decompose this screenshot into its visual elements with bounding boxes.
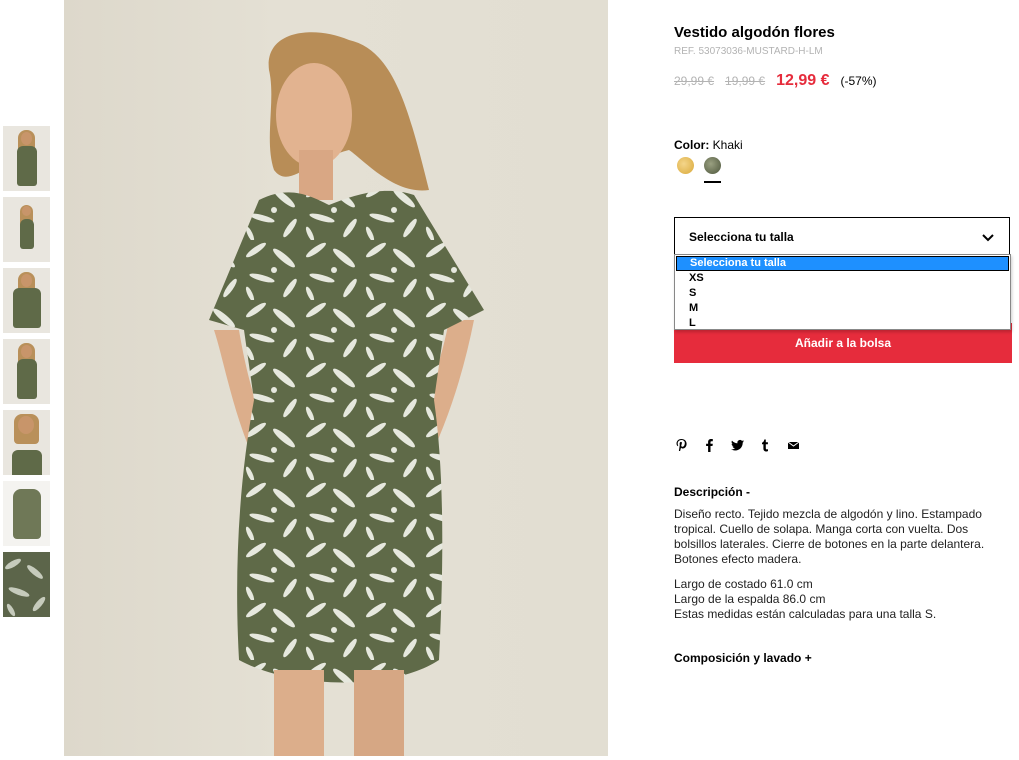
measurement-note: Estas medidas están calculadas para una … xyxy=(674,607,937,621)
size-option-s[interactable]: S xyxy=(675,286,1010,301)
sale-price: 12,99 € xyxy=(776,72,830,89)
composition-heading[interactable]: Composición y lavado + xyxy=(674,651,812,665)
thumbnail-3[interactable] xyxy=(3,268,50,333)
tumblr-icon[interactable] xyxy=(758,438,773,453)
size-option-placeholder[interactable]: Selecciona tu talla xyxy=(676,256,1009,271)
measurement-side-length: Largo de costado 61.0 cm xyxy=(674,577,813,591)
thumbnail-5[interactable] xyxy=(3,410,50,475)
discount-badge: (-57%) xyxy=(840,74,877,88)
thumbnail-2[interactable] xyxy=(3,197,50,262)
thumbnail-6[interactable] xyxy=(3,481,50,546)
size-option-m[interactable]: M xyxy=(675,301,1010,316)
chevron-down-icon xyxy=(982,234,994,242)
size-select[interactable]: Selecciona tu talla xyxy=(674,217,1010,255)
product-main-image xyxy=(64,0,608,756)
measurements: Largo de costado 61.0 cm Largo de la esp… xyxy=(674,577,1004,622)
color-swatch-khaki[interactable] xyxy=(704,157,721,174)
description-heading[interactable]: Descripción - xyxy=(674,485,750,499)
thumbnail-list xyxy=(3,126,50,623)
product-title: Vestido algodón flores xyxy=(674,24,835,41)
selected-swatch-indicator xyxy=(704,181,721,183)
previous-price: 19,99 € xyxy=(725,74,766,88)
description-text: Diseño recto. Tejido mezcla de algodón y… xyxy=(674,507,985,566)
price-row: 29,99 € 19,99 € 12,99 € (-57%) xyxy=(674,72,877,90)
size-option-l[interactable]: L xyxy=(675,316,1010,331)
product-ref: REF. 53073036-MUSTARD-H-LM xyxy=(674,46,823,57)
size-dropdown: Selecciona tu talla XS S M L xyxy=(674,254,1011,330)
size-option-xs[interactable]: XS xyxy=(675,271,1010,286)
original-price: 29,99 € xyxy=(674,74,715,88)
thumbnail-1[interactable] xyxy=(3,126,50,191)
twitter-icon[interactable] xyxy=(730,438,745,453)
share-icons xyxy=(674,438,801,453)
thumbnail-4[interactable] xyxy=(3,339,50,404)
measurement-back-length: Largo de la espalda 86.0 cm xyxy=(674,592,826,606)
facebook-icon[interactable] xyxy=(702,438,717,453)
email-icon[interactable] xyxy=(786,438,801,453)
color-label-title: Color: xyxy=(674,138,710,152)
pinterest-icon[interactable] xyxy=(674,438,689,453)
color-value: Khaki xyxy=(712,138,743,152)
color-label: Color: Khaki xyxy=(674,138,743,152)
size-select-label: Selecciona tu talla xyxy=(689,230,794,244)
color-swatch-mustard[interactable] xyxy=(677,157,694,174)
thumbnail-7[interactable] xyxy=(3,552,50,617)
